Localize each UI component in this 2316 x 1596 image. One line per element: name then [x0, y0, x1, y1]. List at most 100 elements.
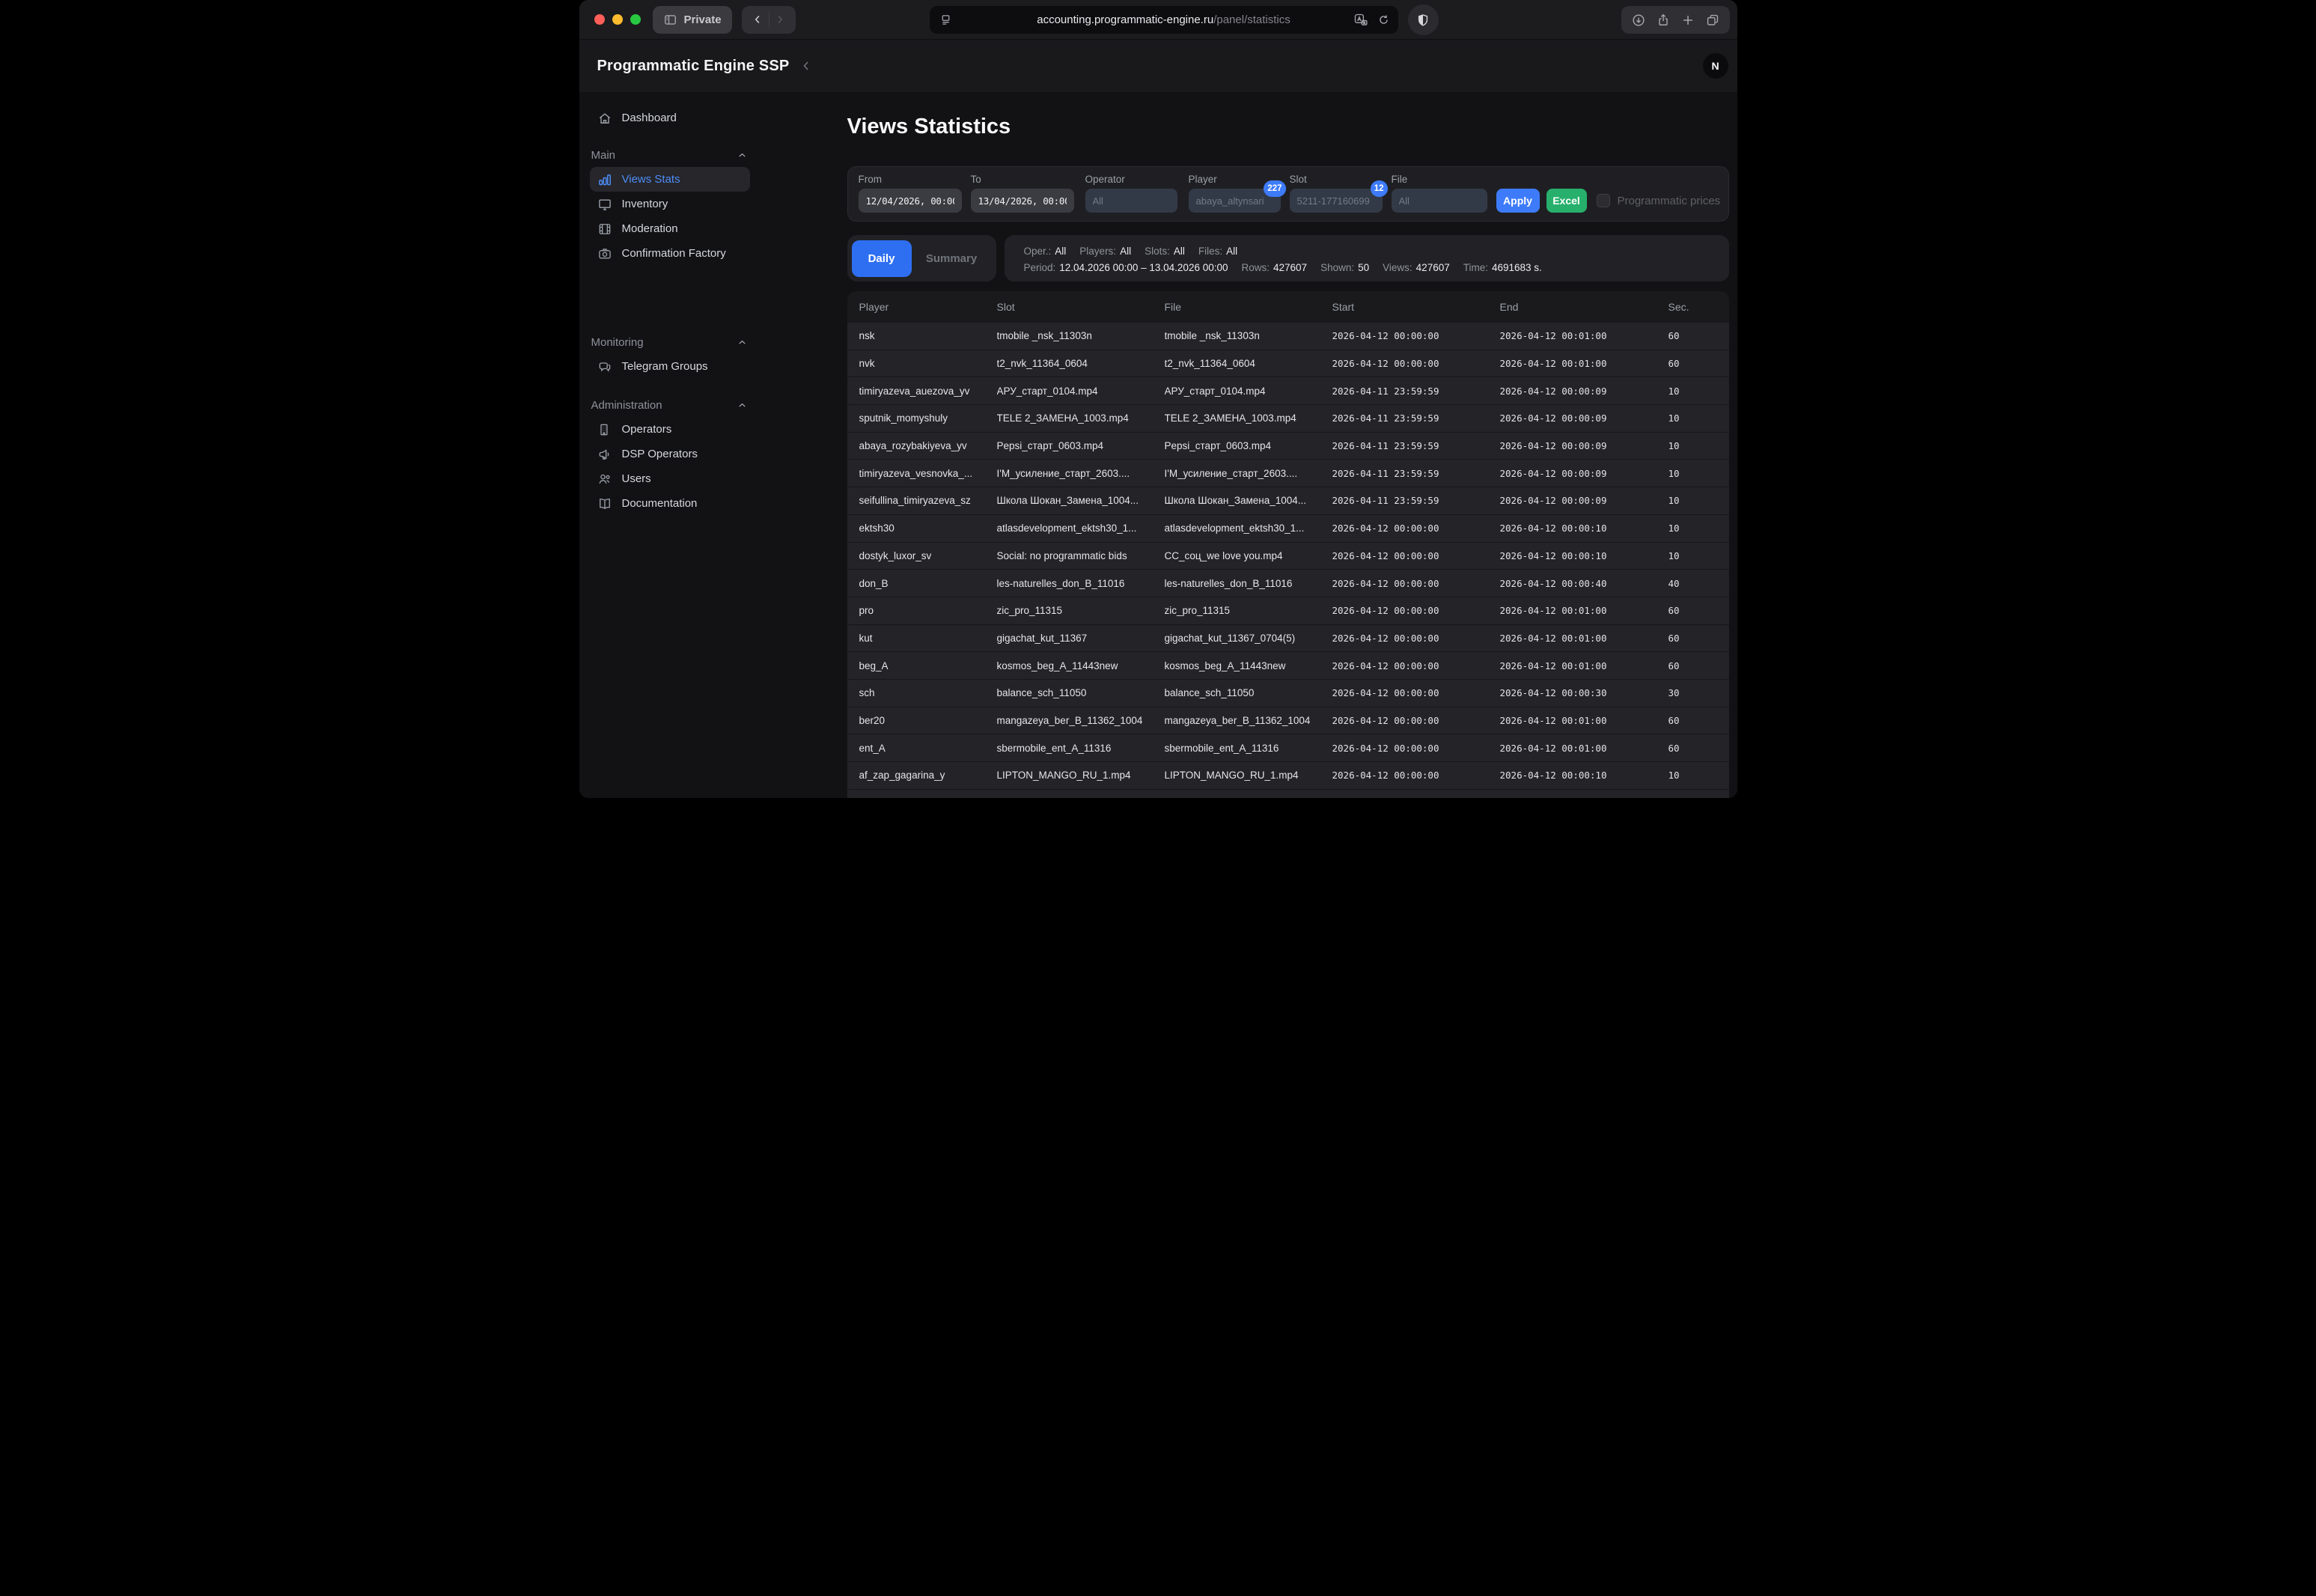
cell-slot: t2_nvk_11364_0604 — [997, 358, 1165, 369]
sidebar-item-documentation[interactable]: Documentation — [590, 491, 750, 516]
summary-item: Files:All — [1198, 245, 1237, 258]
book-icon — [597, 496, 612, 511]
sidebar-item-telegram-groups[interactable]: Telegram Groups — [590, 354, 750, 379]
close-button[interactable] — [594, 14, 605, 25]
cell-sec: 10 — [1669, 468, 1729, 479]
forward-button[interactable] — [773, 13, 787, 26]
cell-end: 2026-04-12 00:00:09 — [1500, 468, 1669, 479]
cell-file: les-naturelles_don_B_11016 — [1165, 578, 1332, 589]
cell-sec: 60 — [1669, 330, 1729, 341]
url-bar[interactable]: accounting.programmatic-engine.ru/panel/… — [930, 6, 1398, 34]
sidebar-collapse-icon[interactable] — [799, 58, 814, 73]
filter-bar: From To Operator Player 227 — [847, 166, 1729, 222]
summary-item: Slots:All — [1145, 245, 1185, 258]
zoom-button[interactable] — [630, 14, 641, 25]
back-button[interactable] — [751, 13, 764, 26]
app-title: Programmatic Engine SSP — [597, 58, 790, 75]
minimize-button[interactable] — [612, 14, 623, 25]
apply-button[interactable]: Apply — [1496, 189, 1540, 213]
table-row: pro zic_pro_11315 zic_pro_11315 2026-04-… — [847, 597, 1729, 624]
new-tab-icon[interactable] — [1680, 13, 1695, 28]
chat-bubbles-icon — [597, 359, 612, 374]
operator-label: Operator — [1085, 174, 1177, 184]
sidebar: Dashboard Main Views Stats — [590, 93, 750, 516]
cell-file: CC_соц_we love you.mp4 — [1165, 550, 1332, 561]
from-date-input[interactable] — [859, 189, 962, 213]
user-avatar[interactable]: N — [1703, 53, 1728, 79]
table-row: ektsh30 atlasdevelopment_ektsh30_1... at… — [847, 514, 1729, 542]
cell-player: kut — [859, 633, 997, 644]
share-icon[interactable] — [1656, 13, 1671, 28]
table-row: af_zap_gagarina_y LIPTON_MANGO_RU_1.mp4 … — [847, 761, 1729, 789]
cell-end: 2026-04-12 00:00:09 — [1500, 412, 1669, 424]
sidebar-item-dashboard[interactable]: Dashboard — [590, 106, 750, 130]
cell-slot: sbermobile_ent_A_11316 — [997, 743, 1165, 754]
cell-start: 2026-04-12 00:00:00 — [1332, 550, 1500, 561]
url-path: /panel/statistics — [1213, 13, 1290, 26]
private-mode-button[interactable]: Private — [653, 6, 732, 34]
cell-start: 2026-04-12 00:00:00 — [1332, 770, 1500, 781]
summary-item: Oper.:All — [1024, 245, 1067, 258]
cell-sec: 10 — [1669, 770, 1729, 781]
cell-sec: 60 — [1669, 358, 1729, 369]
sidebar-item-label: Telegram Groups — [622, 360, 708, 373]
shield-extension-button[interactable] — [1408, 4, 1439, 35]
summary-item: Time:4691683 s. — [1463, 261, 1542, 275]
cell-slot: atlasdevelopment_ektsh30_1... — [997, 523, 1165, 534]
cell-slot: Dragon Digital Lab_Ru_заме... — [997, 797, 1165, 798]
file-input[interactable] — [1392, 189, 1487, 213]
file-label: File — [1392, 174, 1487, 184]
programmatic-prices-option: Programmatic prices — [1597, 189, 1721, 213]
reload-icon[interactable] — [1377, 13, 1390, 26]
tab-overview-icon[interactable] — [1705, 13, 1720, 28]
table-row: ber20 mangazeya_ber_B_11362_1004 mangaze… — [847, 707, 1729, 734]
summary-item: Players:All — [1079, 245, 1131, 258]
slot-count-badge: 12 — [1371, 180, 1388, 197]
cell-end: 2026-04-12 00:00:30 — [1500, 687, 1669, 698]
cell-sec: 10 — [1669, 386, 1729, 397]
summary-item: Shown:50 — [1320, 261, 1369, 275]
tab-summary[interactable]: Summary — [912, 252, 992, 265]
cell-player: sch — [859, 687, 997, 698]
to-date-input[interactable] — [971, 189, 1074, 213]
table-row: timiryazeva_vesnovka_... I'M_усиление_ст… — [847, 459, 1729, 487]
programmatic-prices-checkbox[interactable] — [1597, 194, 1610, 207]
cell-file: I'M_усиление_старт_2603.... — [1165, 468, 1332, 479]
downloads-icon[interactable] — [1631, 13, 1646, 28]
cell-file: mangazeya_ber_B_11362_1004 — [1165, 715, 1332, 726]
url-host: accounting.programmatic-engine.ru — [1037, 13, 1213, 26]
sidebar-item-moderation[interactable]: Moderation — [590, 216, 750, 241]
sidebar-item-operators[interactable]: Operators — [590, 417, 750, 442]
cell-sec: 10 — [1669, 495, 1729, 506]
cell-slot: zic_pro_11315 — [997, 605, 1165, 616]
tab-daily[interactable]: Daily — [852, 240, 912, 277]
sidebar-item-confirmation-factory[interactable]: Confirmation Factory — [590, 241, 750, 266]
table-row: nazarbayeva_tolebi_sv Dragon Digital Lab… — [847, 789, 1729, 798]
sidebar-item-views-stats[interactable]: Views Stats — [590, 167, 750, 192]
cell-sec: 60 — [1669, 633, 1729, 644]
sidebar-section-administration[interactable]: Administration — [590, 398, 750, 412]
operator-input[interactable] — [1085, 189, 1177, 213]
table-row: timiryazeva_auezova_yv АРУ_старт_0104.mp… — [847, 377, 1729, 404]
chevron-up-icon — [737, 337, 748, 348]
sidebar-section-main[interactable]: Main — [590, 147, 750, 162]
chevron-up-icon — [737, 150, 748, 161]
cell-sec: 60 — [1669, 715, 1729, 726]
excel-button[interactable]: Excel — [1546, 189, 1587, 213]
reader-icon[interactable] — [939, 13, 952, 26]
cell-file: t2_nvk_11364_0604 — [1165, 358, 1332, 369]
translate-icon[interactable] — [1353, 13, 1368, 28]
app-body: Dashboard Main Views Stats — [579, 93, 1737, 798]
sidebar-item-dsp-operators[interactable]: DSP Operators — [590, 442, 750, 466]
sidebar-item-inventory[interactable]: Inventory — [590, 192, 750, 216]
sidebar-section-monitoring[interactable]: Monitoring — [590, 335, 750, 350]
sidebar-item-users[interactable]: Users — [590, 466, 750, 491]
window-controls — [594, 14, 641, 25]
slot-input[interactable] — [1290, 189, 1383, 213]
cell-player: seifullina_timiryazeva_sz — [859, 495, 997, 506]
main-content: Views Statistics From To Operator Player — [847, 93, 1729, 798]
cell-player: nazarbayeva_tolebi_sv — [859, 797, 997, 798]
table-row: dostyk_luxor_sv Social: no programmatic … — [847, 542, 1729, 570]
cell-start: 2026-04-11 23:59:59 — [1332, 495, 1500, 506]
cell-end: 2026-04-12 00:00:10 — [1500, 523, 1669, 534]
